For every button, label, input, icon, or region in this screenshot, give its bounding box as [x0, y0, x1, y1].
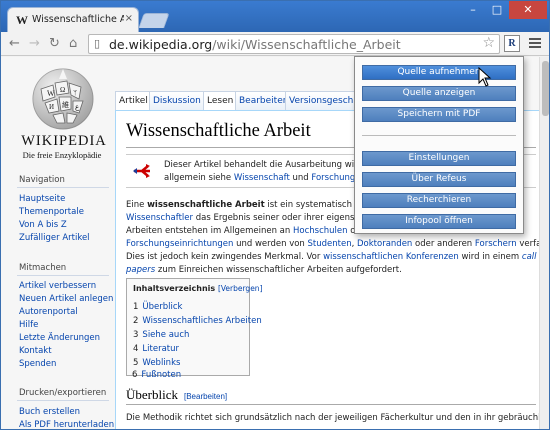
ueber-refeus-button[interactable]: Über Refeus — [362, 172, 516, 187]
reload-icon[interactable]: ↻ — [49, 35, 60, 52]
wikipedia-slogan: Die freie Enzyklopädie — [22, 150, 102, 160]
link-konferenzen[interactable]: wissenschaftlichen Konferenzen — [323, 252, 459, 262]
table-of-contents: Inhaltsverzeichnis [Verbergen] 1 Überblic… — [126, 278, 263, 376]
wikipedia-wordmark: WIKIPEDIA — [21, 133, 107, 149]
sidebar-divider — [17, 400, 109, 401]
navigation-heading: Navigation — [19, 175, 65, 185]
sidebar-link-zufaellig[interactable]: Zufälliger Artikel — [19, 233, 90, 243]
sidebar-divider — [17, 187, 109, 188]
window-controls: – □ ✕ — [461, 1, 547, 21]
menu-separator — [362, 135, 516, 136]
toc-item[interactable]: 6 Fußnoten — [132, 370, 181, 380]
mitmachen-heading: Mitmachen — [19, 263, 67, 273]
tab-title: Wissenschaftliche Arbeit – Wikipedia — [32, 14, 124, 25]
link-call-for-papers[interactable]: call for — [522, 252, 539, 262]
browser-window: W Wissenschaftliche Arbeit – Wikipedia ×… — [0, 0, 550, 430]
window-close-icon[interactable]: ✕ — [509, 1, 547, 19]
link-wissenschaftler[interactable]: Wissenschaftler — [126, 213, 193, 223]
tab-artikel[interactable]: Artikel — [115, 91, 151, 111]
sidebar-link-hauptseite[interactable]: Hauptseite — [19, 194, 65, 204]
link-wissenschaft[interactable]: Wissenschaft — [234, 173, 290, 183]
new-tab-button[interactable] — [138, 13, 170, 28]
menu-icon[interactable] — [529, 36, 541, 50]
link-hochschulen[interactable]: Hochschulen — [293, 226, 348, 236]
refeus-popup-menu: Quelle aufnehmen Quelle anzeigen Speiche… — [354, 56, 524, 234]
toc-item[interactable]: 2 Wissenschaftliches Arbeiten — [133, 316, 262, 326]
vertical-scrollbar[interactable] — [539, 57, 549, 429]
browser-tab[interactable]: W Wissenschaftliche Arbeit – Wikipedia × — [7, 7, 139, 32]
minimize-icon[interactable]: – — [461, 1, 485, 19]
wikipedia-favicon-icon: W — [16, 13, 28, 27]
toc-item[interactable]: 5 Weblinks — [133, 358, 180, 368]
svg-text:W: W — [47, 89, 55, 98]
sidebar-link-a-bis-z[interactable]: Von A bis Z — [19, 220, 67, 230]
disambiguation-icon — [133, 164, 150, 178]
section-edit-link[interactable]: [Bearbeiten] — [184, 392, 227, 401]
paragraph-line: Dies ist jedoch kein zwingendes Merkmal.… — [126, 252, 539, 262]
tab-close-icon[interactable]: × — [125, 13, 133, 24]
mouse-cursor-icon — [478, 67, 492, 87]
link-forschern[interactable]: Forschern — [475, 239, 517, 249]
back-icon[interactable]: ← — [9, 35, 20, 52]
section-divider — [126, 404, 536, 405]
tab-bearbeiten[interactable]: Bearbeiten — [235, 91, 293, 111]
url-text: de.wikipedia.org/wiki/Wissenschaftliche_… — [109, 37, 401, 52]
sidebar-link-hilfe[interactable]: Hilfe — [19, 320, 38, 330]
section-heading: Überblick [Bearbeiten] — [126, 387, 228, 402]
paragraph-line: Arbeiten entstehen im Allgemeinen an Hoc… — [126, 226, 383, 236]
paragraph-line: Eine wissenschaftliche Arbeit ist ein sy… — [126, 200, 381, 210]
sidebar-link-neuer-artikel[interactable]: Neuen Artikel anlegen — [19, 294, 113, 304]
svg-text:Ω: Ω — [60, 86, 65, 94]
infopool-oeffnen-button[interactable]: Infopool öffnen — [362, 214, 516, 229]
tab-strip: W Wissenschaftliche Arbeit – Wikipedia ×… — [1, 1, 549, 32]
toc-toggle[interactable]: [Verbergen] — [218, 284, 263, 293]
home-icon[interactable]: ⌂ — [69, 35, 77, 52]
browser-toolbar: ← → ↻ ⌂ ▯ de.wikipedia.org/wiki/Wissensc… — [1, 32, 549, 56]
svg-text:И: И — [49, 103, 54, 111]
link-doktoranden[interactable]: Doktoranden — [357, 239, 412, 249]
einstellungen-button[interactable]: Einstellungen — [362, 151, 516, 166]
toc-item[interactable]: 4 Literatur — [133, 344, 179, 354]
page-title: Wissenschaftliche Arbeit — [126, 121, 311, 141]
maximize-icon[interactable]: □ — [485, 1, 509, 19]
tab-diskussion[interactable]: Diskussion — [149, 91, 205, 111]
sidebar-link-kontakt[interactable]: Kontakt — [19, 346, 52, 356]
quelle-anzeigen-button[interactable]: Quelle anzeigen — [362, 86, 516, 101]
sidebar-link-autorenportal[interactable]: Autorenportal — [19, 307, 78, 317]
recherchieren-button[interactable]: Recherchieren — [362, 193, 516, 208]
paragraph-line: Wissenschaftler das Ergebnis seiner oder… — [126, 213, 377, 223]
link-forschung[interactable]: Forschung — [311, 173, 355, 183]
sidebar-link-pdf[interactable]: Als PDF herunterladen — [19, 420, 114, 429]
svg-text:ᛘ: ᛘ — [73, 89, 77, 97]
drucken-heading: Drucken/exportieren — [19, 388, 107, 398]
sidebar-divider — [17, 275, 109, 276]
link-studenten[interactable]: Studenten — [308, 239, 352, 249]
paragraph-line: Forschungseinrichtungen und werden von S… — [126, 239, 539, 249]
sidebar-link-artikel-verbessern[interactable]: Artikel verbessern — [19, 281, 96, 291]
toc-item[interactable]: 3 Siehe auch — [133, 330, 189, 340]
wikipedia-globe-logo[interactable]: W Ω ᛘ 維 И ع — [29, 65, 97, 133]
toc-item[interactable]: 1 Überblick — [133, 302, 182, 312]
tab-lesen[interactable]: Lesen — [203, 91, 238, 111]
link-forschungseinrichtungen[interactable]: Forschungseinrichtungen — [126, 239, 233, 249]
speichern-pdf-button[interactable]: Speichern mit PDF — [362, 107, 516, 122]
link-papers[interactable]: papers — [126, 265, 155, 275]
svg-text:維: 維 — [62, 100, 69, 109]
refeus-extension-button[interactable]: R — [504, 35, 520, 52]
quelle-aufnehmen-button[interactable]: Quelle aufnehmen — [362, 65, 516, 80]
paragraph-line: papers zum Einreichen wissenschaftlicher… — [126, 265, 402, 275]
paragraph-line: Die Methodik richtet sich grundsätzlich … — [126, 413, 539, 423]
hatnote-line-2: allgemein siehe Wissenschaft und Forschu… — [164, 173, 358, 183]
scrollbar-thumb[interactable] — [542, 61, 549, 116]
sidebar-link-buch-erstellen[interactable]: Buch erstellen — [19, 407, 80, 417]
sidebar-link-letzte-aenderungen[interactable]: Letzte Änderungen — [19, 333, 100, 343]
toc-title: Inhaltsverzeichnis [Verbergen] — [133, 284, 263, 293]
page-icon: ▯ — [94, 37, 101, 50]
address-bar[interactable]: ▯ de.wikipedia.org/wiki/Wissenschaftlich… — [88, 34, 500, 54]
star-icon[interactable]: ☆ — [482, 35, 495, 51]
sidebar-link-themenportale[interactable]: Themenportale — [19, 207, 84, 217]
sidebar-link-spenden[interactable]: Spenden — [19, 359, 56, 369]
forward-icon[interactable]: → — [29, 35, 40, 52]
